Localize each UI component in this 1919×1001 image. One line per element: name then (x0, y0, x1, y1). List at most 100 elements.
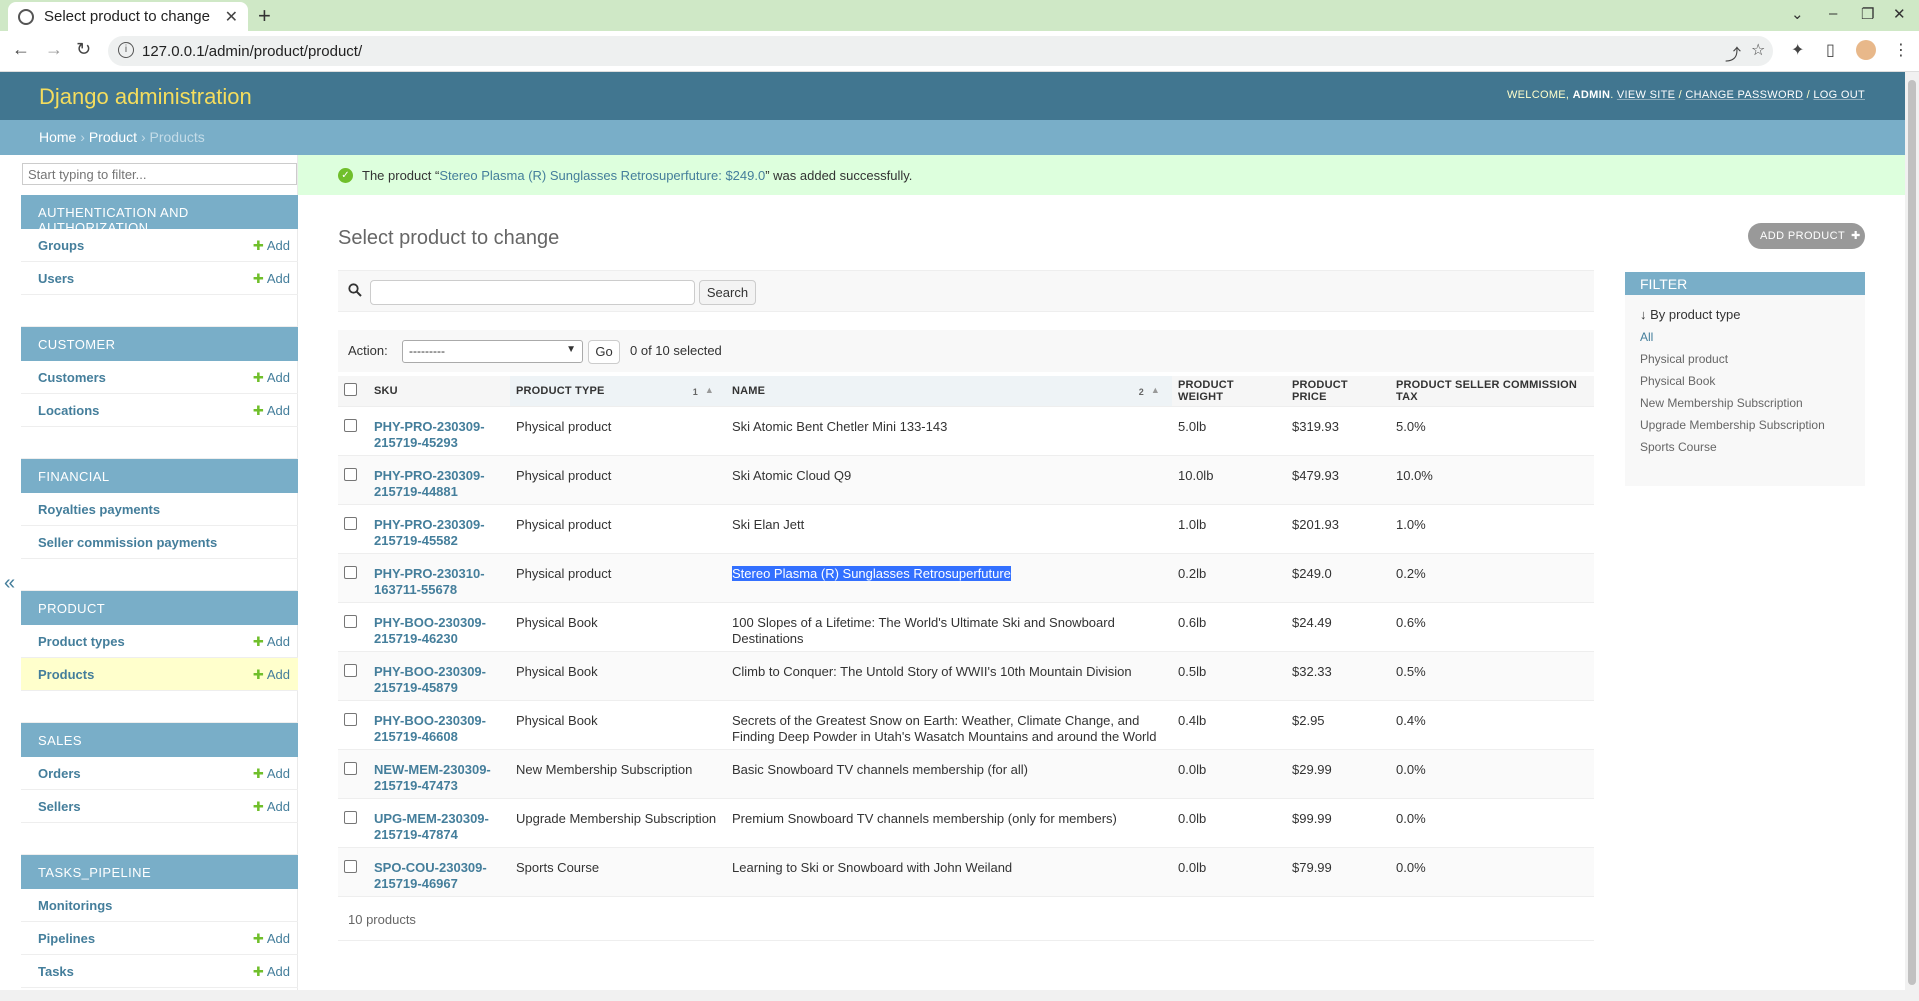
column-product-price[interactable]: PRODUCT PRICE (1286, 376, 1390, 407)
filter-option[interactable]: Physical Book (1640, 374, 1850, 396)
sidebar-model-link[interactable]: Users (38, 271, 74, 286)
app-caption[interactable]: SALES (21, 723, 298, 757)
bookmark-star-icon[interactable]: ☆ (1751, 40, 1765, 60)
sidebar-model-link[interactable]: Sellers (38, 799, 81, 814)
forward-icon[interactable]: → (45, 39, 63, 60)
browser-tab[interactable]: Select product to change ✕ (8, 2, 248, 31)
sku-link[interactable]: UPG-MEM-230309-215719-47874 (368, 798, 510, 848)
filter-option[interactable]: Upgrade Membership Subscription (1640, 418, 1850, 440)
side-panel-icon[interactable]: ▯ (1826, 40, 1835, 60)
sku-link[interactable]: SPO-COU-230309-215719-46967 (368, 847, 510, 897)
row-checkbox[interactable] (344, 418, 357, 432)
sidebar-add-link[interactable]: ✚ Add (253, 634, 290, 650)
change-password-link[interactable]: CHANGE PASSWORD (1685, 89, 1803, 101)
close-tab-icon[interactable]: ✕ (225, 7, 238, 27)
sku-link[interactable]: PHY-BOO-230309-215719-46608 (368, 700, 510, 750)
site-branding[interactable]: Django administration (39, 84, 252, 110)
sidebar-model-link[interactable]: Tasks (38, 964, 74, 979)
sku-link[interactable]: PHY-PRO-230310-163711-55678 (368, 553, 510, 603)
sku-link[interactable]: PHY-PRO-230309-215719-45293 (368, 406, 510, 456)
sidebar-model-link[interactable]: Products (38, 667, 94, 682)
horizontal-scrollbar[interactable] (0, 990, 1905, 1001)
sidebar-model-link[interactable]: Product types (38, 634, 125, 649)
address-bar[interactable]: i 127.0.0.1/admin/product/product/ ⤴ ☆ (108, 36, 1773, 66)
scrollbar-thumb[interactable] (1908, 80, 1916, 985)
sidebar-add-link[interactable]: ✚ Add (253, 238, 290, 254)
message-product-link[interactable]: Stereo Plasma (R) Sunglasses Retrosuperf… (439, 168, 765, 183)
app-caption[interactable]: AUTHENTICATION AND AUTHORIZATION (21, 195, 298, 235)
app-caption[interactable]: CUSTOMER (21, 327, 298, 361)
sidebar-add-link[interactable]: ✚ Add (253, 799, 290, 815)
sidebar-add-link[interactable]: ✚ Add (253, 271, 290, 287)
nav-filter-input[interactable] (22, 163, 297, 185)
row-checkbox[interactable] (344, 467, 357, 481)
app-caption[interactable]: TASKS_PIPELINE (21, 855, 298, 889)
row-checkbox[interactable] (344, 565, 357, 579)
filter-option[interactable]: All (1640, 330, 1850, 352)
column-product-type[interactable]: PRODUCT TYPE 1 ▲ (510, 376, 726, 407)
sidebar-model-link[interactable]: Royalties payments (38, 502, 160, 517)
new-tab-icon[interactable]: + (258, 3, 271, 29)
sidebar-model-link[interactable]: Orders (38, 766, 81, 781)
column-product-weight[interactable]: PRODUCT WEIGHT (1172, 376, 1286, 407)
sidebar-model-link[interactable]: Locations (38, 403, 99, 418)
filter-option[interactable]: Sports Course (1640, 440, 1850, 462)
view-site-link[interactable]: VIEW SITE (1617, 89, 1675, 101)
sidebar-model-link[interactable]: Customers (38, 370, 106, 385)
column-commission-tax[interactable]: PRODUCT SELLER COMMISSION TAX (1390, 376, 1594, 407)
log-out-link[interactable]: LOG OUT (1813, 89, 1865, 101)
row-checkbox[interactable] (344, 859, 357, 873)
row-checkbox[interactable] (344, 810, 357, 824)
toggle-nav-sidebar-icon[interactable]: « (4, 572, 15, 595)
column-sku[interactable]: SKU (368, 376, 510, 407)
row-checkbox[interactable] (344, 761, 357, 775)
extensions-icon[interactable]: ✦ (1791, 40, 1804, 60)
breadcrumb-app[interactable]: Product (89, 129, 137, 145)
share-icon[interactable]: ⤴ (1725, 41, 1741, 65)
filter-option[interactable]: New Membership Subscription (1640, 396, 1850, 418)
row-checkbox[interactable] (344, 516, 357, 530)
breadcrumb-home[interactable]: Home (39, 129, 76, 145)
name-cell: Ski Elan Jett (726, 504, 1172, 554)
info-icon[interactable]: i (118, 42, 134, 58)
sidebar-model-link[interactable]: Monitorings (38, 898, 112, 913)
profile-avatar[interactable] (1856, 40, 1876, 60)
sidebar-add-link[interactable]: ✚ Add (253, 403, 290, 419)
sku-link[interactable]: PHY-PRO-230309-215719-45582 (368, 504, 510, 554)
sku-link[interactable]: PHY-BOO-230309-215719-46230 (368, 602, 510, 652)
sidebar-add-link[interactable]: ✚ Add (253, 931, 290, 947)
back-icon[interactable]: ← (12, 39, 30, 60)
search-button[interactable]: Search (699, 280, 756, 305)
sidebar-add-link[interactable]: ✚ Add (253, 964, 290, 980)
select-all-checkbox[interactable] (344, 382, 357, 396)
row-checkbox[interactable] (344, 614, 357, 628)
vertical-scrollbar[interactable] (1905, 72, 1919, 1001)
sort-ascending-icon[interactable]: ▲ (705, 385, 714, 395)
search-input[interactable] (370, 280, 695, 305)
chevron-down-icon[interactable]: ⌄ (1791, 5, 1804, 23)
row-checkbox[interactable] (344, 663, 357, 677)
sidebar-add-link[interactable]: ✚ Add (253, 766, 290, 782)
reload-icon[interactable]: ↻ (76, 39, 91, 60)
action-select[interactable]: --------- ▼ (402, 340, 583, 363)
filter-option[interactable]: Physical product (1640, 352, 1850, 374)
sku-link[interactable]: NEW-MEM-230309-215719-47473 (368, 749, 510, 799)
sidebar-add-link[interactable]: ✚ Add (253, 370, 290, 386)
sidebar-model-link[interactable]: Pipelines (38, 931, 95, 946)
sort-ascending-icon[interactable]: ▲ (1151, 385, 1160, 395)
sidebar-model-link[interactable]: Seller commission payments (38, 535, 217, 550)
go-button[interactable]: Go (588, 340, 620, 364)
add-product-button[interactable]: ADD PRODUCT ✚ (1748, 223, 1865, 249)
close-window-icon[interactable]: ✕ (1893, 5, 1906, 23)
restore-icon[interactable]: ❐ (1861, 5, 1874, 23)
column-name[interactable]: NAME 2 ▲ (726, 376, 1172, 407)
sku-link[interactable]: PHY-PRO-230309-215719-44881 (368, 455, 510, 505)
app-caption[interactable]: PRODUCT (21, 591, 298, 625)
app-caption[interactable]: FINANCIAL (21, 459, 298, 493)
menu-dots-icon[interactable]: ⋮ (1893, 40, 1909, 60)
sidebar-model-link[interactable]: Groups (38, 238, 84, 253)
sku-link[interactable]: PHY-BOO-230309-215719-45879 (368, 651, 510, 701)
minimize-icon[interactable]: – (1829, 5, 1837, 22)
row-checkbox[interactable] (344, 712, 357, 726)
sidebar-add-link[interactable]: ✚ Add (253, 667, 290, 683)
